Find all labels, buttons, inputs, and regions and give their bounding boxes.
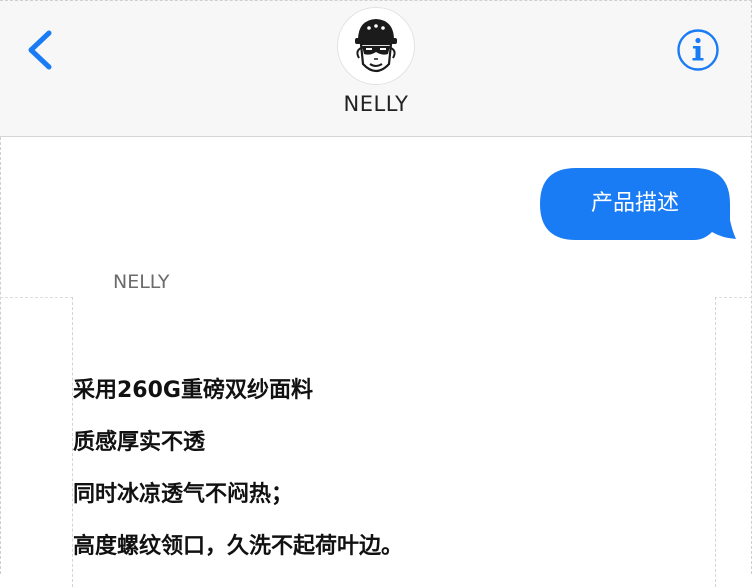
info-circle-icon	[677, 29, 719, 71]
outgoing-message-text: 产品描述	[590, 191, 679, 216]
info-button[interactable]	[676, 28, 720, 72]
description-line: 质感厚实不透	[73, 430, 206, 455]
cartoon-face-avatar	[355, 19, 397, 73]
sender-name: NELLY	[113, 271, 170, 293]
description-line: 采用260G重磅双纱面料	[73, 378, 313, 403]
description-line: 高度螺纹领口，久洗不起荷叶边。	[73, 534, 404, 559]
contact-name: NELLY	[343, 92, 409, 116]
back-button[interactable]	[22, 27, 58, 73]
avatar[interactable]	[337, 7, 415, 85]
chat-header: NELLY	[0, 0, 752, 137]
chevron-left-icon	[28, 30, 52, 70]
description-line: 同时冰凉透气不闷热；	[73, 482, 294, 507]
